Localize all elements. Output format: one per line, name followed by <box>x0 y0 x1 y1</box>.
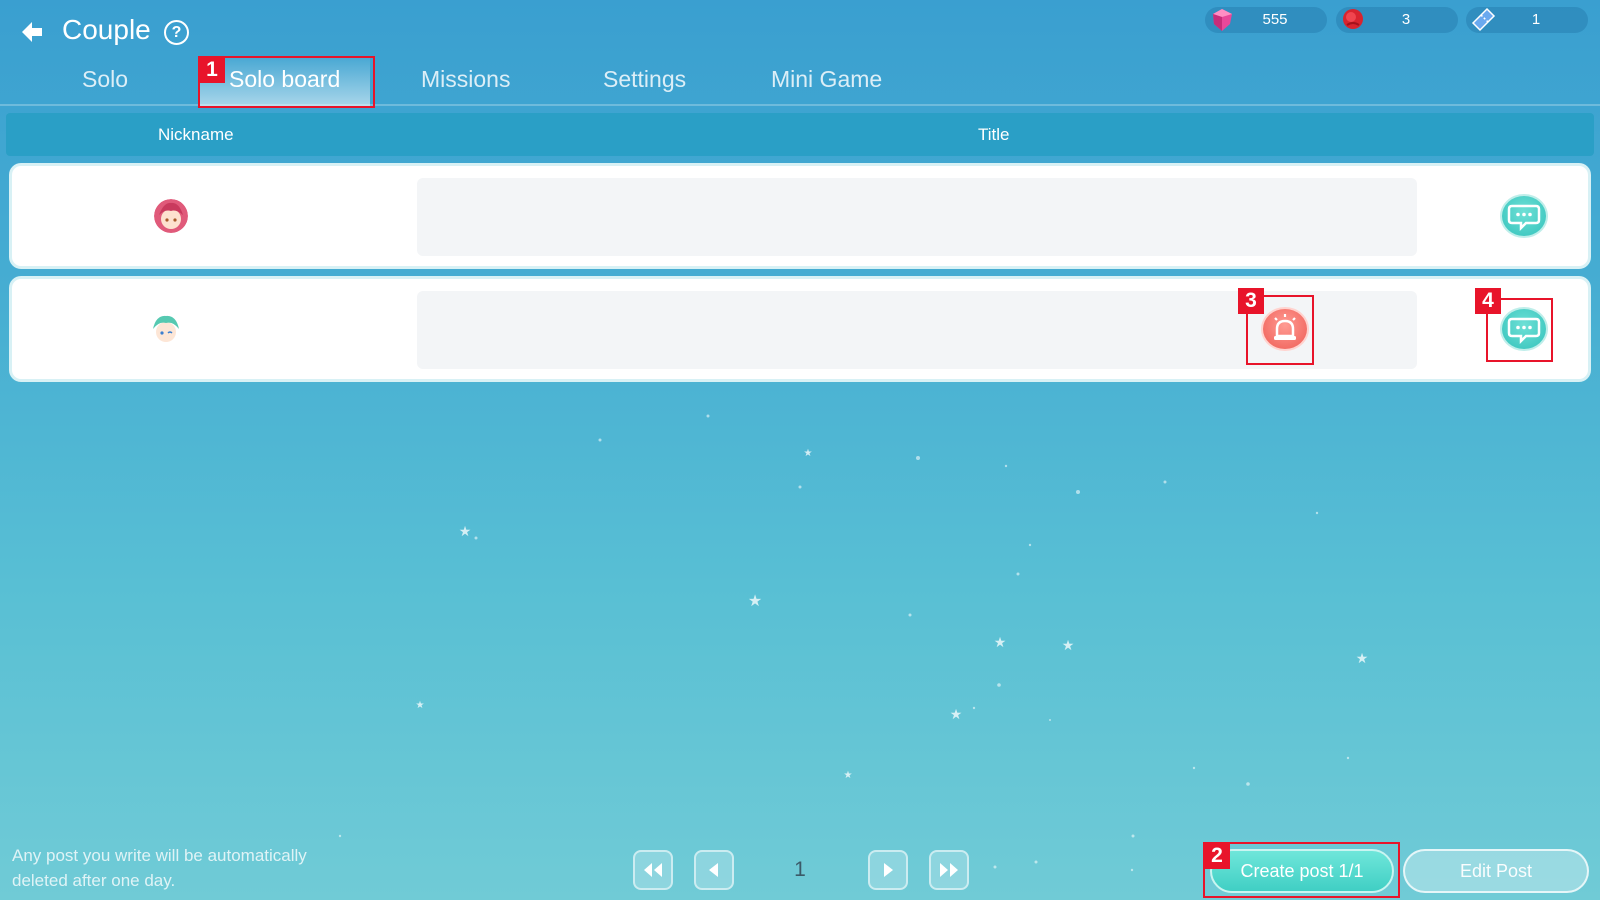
pink-hair-avatar <box>154 199 188 233</box>
avatar <box>154 199 188 233</box>
svg-text:★: ★ <box>416 700 425 711</box>
first-page-button[interactable] <box>633 850 673 890</box>
annotation-label-4: 4 <box>1475 288 1501 314</box>
annotation-label-2: 2 <box>1204 843 1230 869</box>
page-number: 1 <box>794 858 806 881</box>
post-title <box>417 178 1417 256</box>
column-nickname: Nickname <box>158 125 234 144</box>
chevron-left-icon <box>709 863 718 877</box>
currency-gems: 555 <box>1205 7 1327 33</box>
green-hair-avatar <box>149 312 183 346</box>
gem-count: 555 <box>1262 11 1288 28</box>
chevron-right-icon <box>884 863 893 877</box>
edit-post-button[interactable]: Edit Post <box>1403 849 1589 893</box>
annotation-label-3: 3 <box>1238 288 1264 314</box>
arrow-left-icon[interactable] <box>18 18 46 46</box>
annotation-label-1: 1 <box>199 57 225 83</box>
page-title: Couple <box>62 14 151 45</box>
svg-text:★: ★ <box>459 524 472 540</box>
table-header: Nickname Title <box>6 113 1594 156</box>
rose-icon <box>1343 9 1363 29</box>
double-chevron-right-icon <box>940 863 958 877</box>
svg-text:★: ★ <box>804 448 813 459</box>
avatar <box>149 312 183 346</box>
blue-ticket-icon <box>1471 7 1496 32</box>
svg-text:★: ★ <box>994 635 1007 651</box>
pink-gem-icon <box>1213 9 1232 31</box>
rose-count: 3 <box>1401 11 1411 28</box>
column-title: Title <box>978 125 1010 144</box>
tab-missions[interactable]: Missions <box>421 66 510 93</box>
currency-roses: 3 <box>1336 7 1458 33</box>
tab-mini-game[interactable]: Mini Game <box>771 66 882 93</box>
svg-text:★: ★ <box>1062 638 1075 654</box>
currency-tickets: 1 <box>1466 7 1588 33</box>
table-row[interactable] <box>9 163 1591 269</box>
svg-text:★: ★ <box>844 770 853 781</box>
table-row[interactable] <box>9 276 1591 382</box>
ticket-count: 1 <box>1531 11 1541 28</box>
svg-text:★: ★ <box>950 707 963 723</box>
auto-delete-notice: Any post you write will be automatically… <box>12 846 307 890</box>
annotation-box-2 <box>1203 842 1400 898</box>
comment-button[interactable] <box>1500 194 1548 238</box>
tab-solo[interactable]: Solo <box>82 66 128 93</box>
next-page-button[interactable] <box>868 850 908 890</box>
double-chevron-left-icon <box>644 863 662 877</box>
help-icon[interactable]: ? <box>164 20 189 45</box>
tab-settings[interactable]: Settings <box>603 66 686 93</box>
svg-text:★: ★ <box>1356 651 1369 667</box>
last-page-button[interactable] <box>929 850 969 890</box>
svg-text:★: ★ <box>748 591 762 610</box>
prev-page-button[interactable] <box>694 850 734 890</box>
chat-bubble-icon <box>1507 204 1541 232</box>
